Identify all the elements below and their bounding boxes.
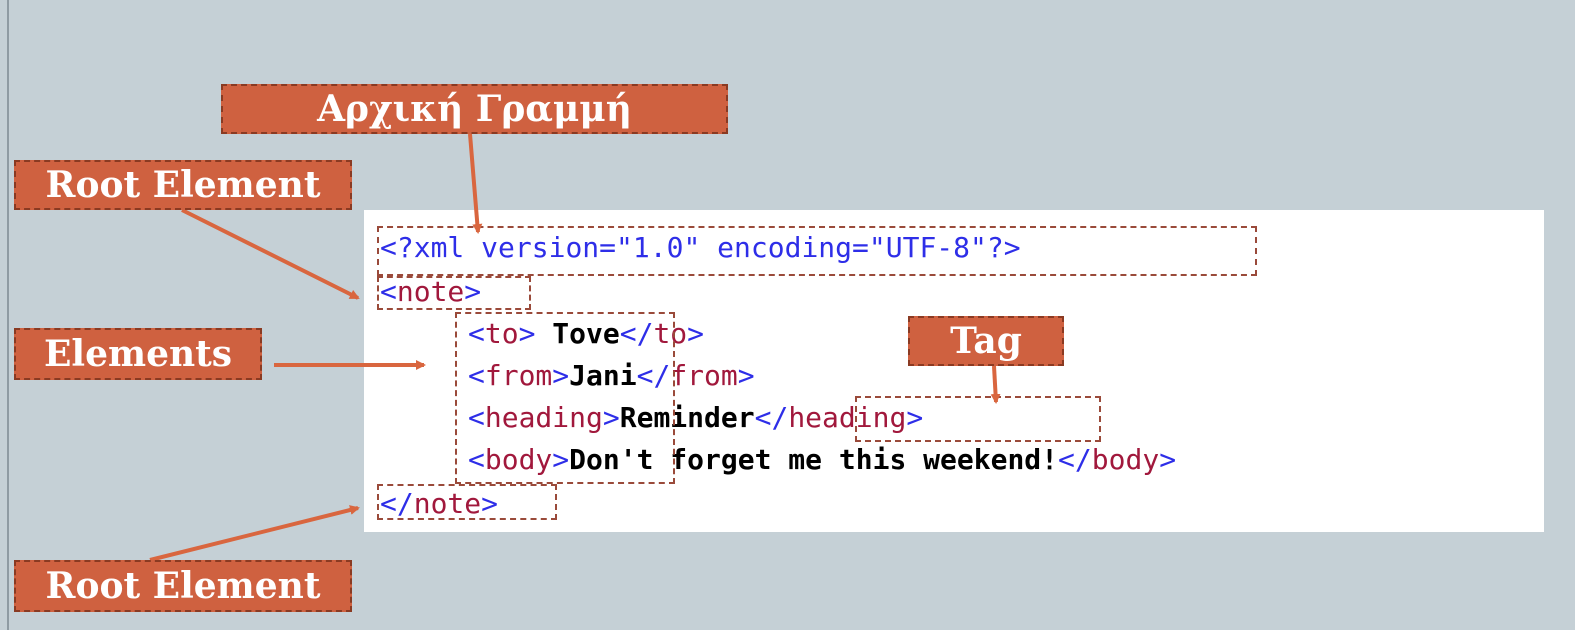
elements-label: Elements: [14, 328, 262, 380]
root-bottom-arrow: [149, 505, 360, 562]
root-top-arrow: [181, 208, 360, 300]
tag-label: Tag: [908, 316, 1064, 366]
tag-arrow: [990, 365, 1001, 404]
first-line-label: Αρχική Γραμμή: [221, 84, 728, 134]
first-line-arrow: [468, 133, 483, 234]
root-element-top-label: Root Element: [14, 160, 352, 210]
root-element-bottom-label: Root Element: [14, 560, 352, 612]
